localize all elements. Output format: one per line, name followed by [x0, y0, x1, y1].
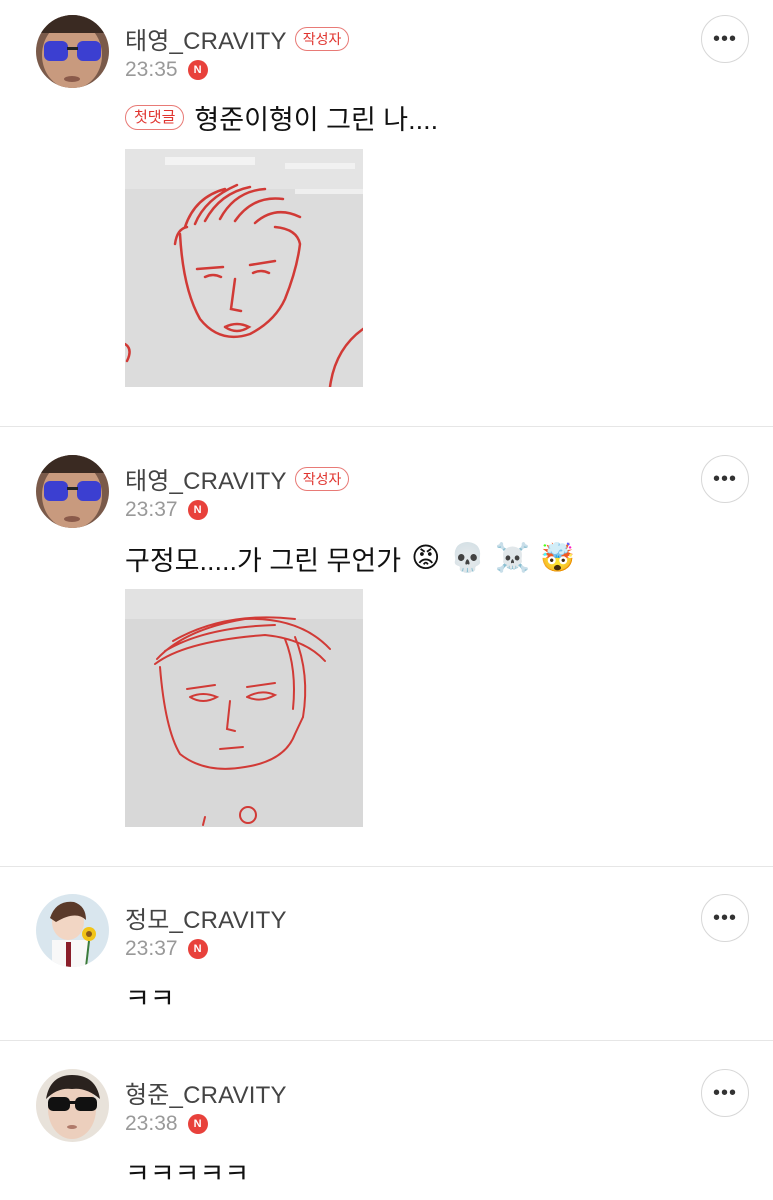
comment-text-row: 구정모.....가 그린 무언가 😡 💀 ☠️ 🤯: [125, 540, 575, 576]
whiteboard-drawing-image: [125, 589, 363, 827]
avatar-photo: [36, 894, 109, 967]
whiteboard-drawing-image: [125, 149, 363, 387]
more-options-button[interactable]: •••: [701, 894, 749, 942]
angry-face-emoji: 😡: [411, 542, 441, 573]
new-badge: N: [187, 939, 208, 959]
timestamp: 23:38: [125, 1112, 178, 1135]
new-badge: N: [187, 500, 208, 520]
timestamp: 23:37: [125, 498, 178, 521]
username[interactable]: 태영_CRAVITY: [125, 21, 287, 56]
attached-photo[interactable]: [125, 149, 363, 387]
comment-text: 구정모.....가 그린 무언가: [125, 545, 402, 576]
username[interactable]: 정모_CRAVITY: [125, 900, 287, 935]
author-badge: 작성자: [294, 467, 350, 491]
attached-photo[interactable]: [125, 589, 363, 827]
username[interactable]: 태영_CRAVITY: [125, 461, 287, 496]
comment-text: 형준이형이 그린 나....: [194, 104, 439, 135]
skull-emoji: 💀: [450, 542, 486, 573]
avatar-photo: [36, 455, 109, 528]
exploding-head-emoji: 🤯: [540, 542, 575, 573]
more-options-button[interactable]: •••: [701, 1069, 749, 1117]
comment-text-row: ㅋㅋ: [125, 979, 175, 1014]
avatar[interactable]: [36, 455, 109, 528]
comment-text-row: 첫댓글 형준이형이 그린 나....: [125, 100, 439, 135]
avatar[interactable]: [36, 894, 109, 967]
comment-divider: [0, 866, 773, 867]
timestamp: 23:35: [125, 58, 178, 81]
new-badge: N: [187, 1114, 208, 1134]
avatar[interactable]: [36, 1069, 109, 1142]
comment-divider: [0, 1040, 773, 1041]
timestamp: 23:37: [125, 937, 178, 960]
comment-divider: [0, 426, 773, 427]
avatar[interactable]: [36, 15, 109, 88]
new-badge: N: [187, 60, 208, 80]
avatar-photo: [36, 15, 109, 88]
avatar-photo: [36, 1069, 109, 1142]
comment-text-row: ㅋㅋㅋㅋㅋ: [125, 1154, 250, 1189]
comment-text: ㅋㅋ: [125, 983, 175, 1014]
author-badge: 작성자: [294, 27, 350, 51]
skull-crossbones-emoji: ☠️: [495, 542, 531, 573]
more-options-button[interactable]: •••: [701, 455, 749, 503]
comment-text: ㅋㅋㅋㅋㅋ: [125, 1158, 250, 1189]
more-options-button[interactable]: •••: [701, 15, 749, 63]
username[interactable]: 형준_CRAVITY: [125, 1075, 287, 1110]
first-comment-badge: 첫댓글: [125, 104, 185, 130]
